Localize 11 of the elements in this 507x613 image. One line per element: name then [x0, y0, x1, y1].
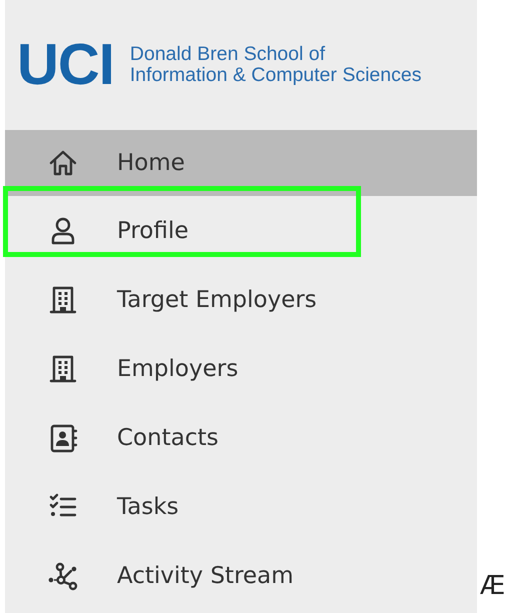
nav-item[interactable]: Activity Stream: [5, 541, 477, 610]
nav-item[interactable]: Contacts: [5, 403, 477, 472]
logo-text: Donald Bren School of: [130, 44, 326, 65]
stray-character: Æ: [480, 571, 506, 601]
nav-item[interactable]: Employers: [5, 334, 477, 403]
nav-item[interactable]: Home: [5, 130, 477, 196]
nav-item[interactable]: Tasks: [5, 472, 477, 541]
logo-mark: UCI: [17, 36, 114, 94]
nav-item[interactable]: Target Employers: [5, 265, 477, 334]
nav-item[interactable]: Profile: [5, 196, 477, 265]
logo-text: Information & Computer Sciences: [130, 65, 422, 86]
